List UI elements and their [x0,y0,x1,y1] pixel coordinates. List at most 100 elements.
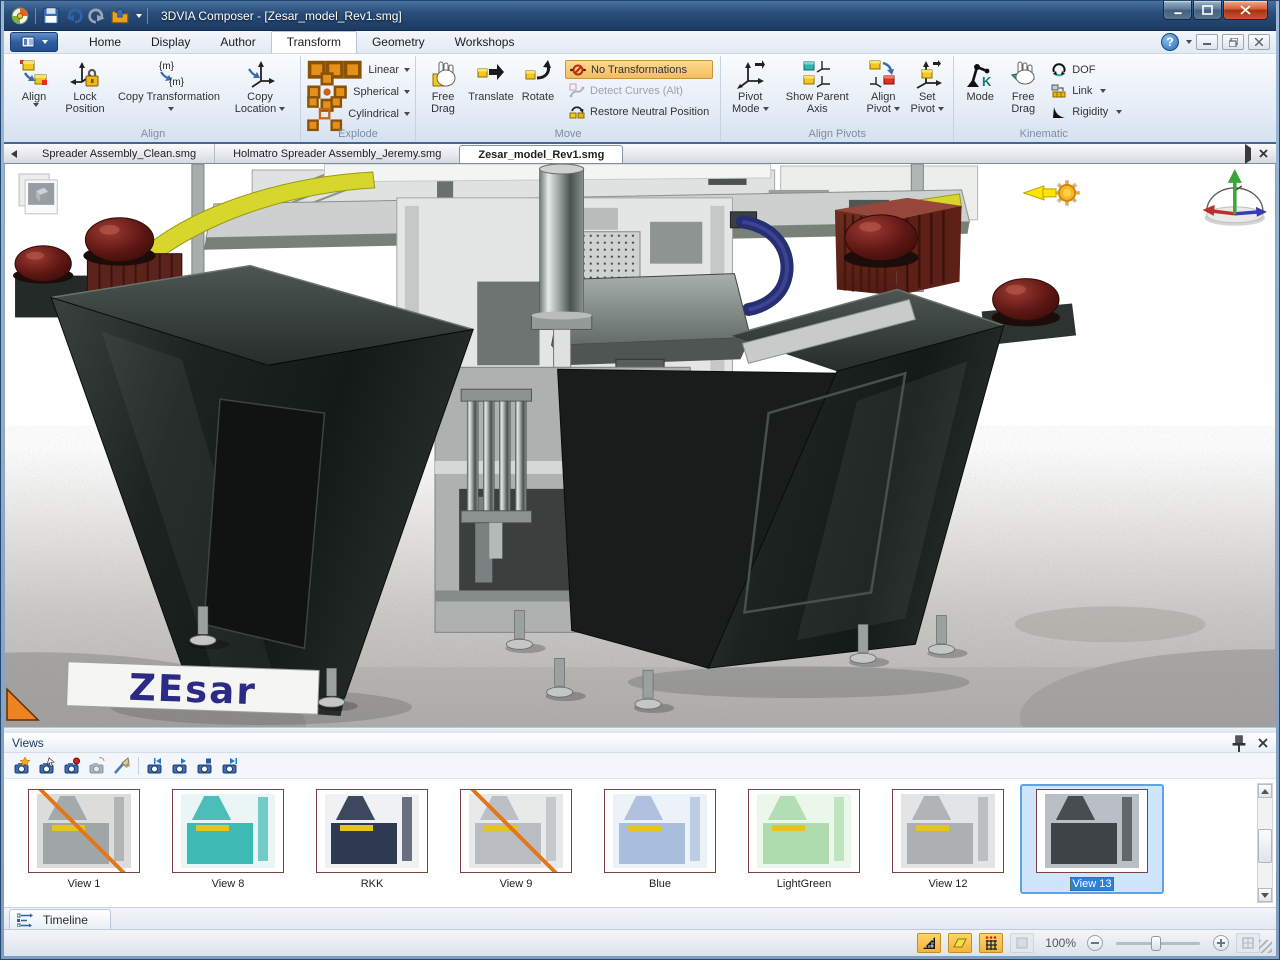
restore-neutral-position-button[interactable]: Restore Neutral Position [565,102,713,121]
view-thumbnail-label-editing[interactable]: View 13 [1070,878,1115,890]
view-thumbnail[interactable]: View 12 [876,784,1020,894]
child-close-button[interactable] [1248,34,1270,50]
tab-author[interactable]: Author [205,32,270,53]
measure-toggle-button[interactable] [917,933,941,953]
goto-first-view-button[interactable] [146,757,164,775]
doc-tab-spreader-clean[interactable]: Spreader Assembly_Clean.smg [24,144,214,163]
tab-geometry[interactable]: Geometry [357,32,440,53]
explode-cylindrical-button[interactable]: Cylindrical [306,104,410,124]
redo-button[interactable] [87,6,107,26]
view-thumbnail-label[interactable]: View 1 [68,878,101,890]
view-thumbnail[interactable]: View 9 [444,784,588,894]
view-thumbnail-image[interactable] [1036,789,1148,873]
tab-workshops[interactable]: Workshops [440,32,530,53]
copy-transformation-button[interactable]: {m} {m} Copy Transformation [113,56,225,116]
tab-home[interactable]: Home [74,32,136,53]
kinematic-mode-button[interactable]: K Mode [959,56,1001,103]
kinematic-free-drag-button[interactable]: Free Drag [1001,56,1045,116]
group-label-move: Move [421,128,715,142]
qat-dropdown-icon[interactable] [136,14,142,18]
views-scrollbar[interactable] [1257,783,1273,903]
scroll-up-button[interactable] [1258,784,1272,798]
set-pivot-button[interactable]: Set Pivot [906,56,948,116]
link-button[interactable]: Link [1047,81,1126,100]
3d-viewport[interactable]: ZEsar [4,164,1276,727]
undo-button[interactable] [64,6,84,26]
lock-position-button[interactable]: Lock Position [57,56,113,116]
doc-tab-holmatro-jeremy[interactable]: Holmatro Spreader Assembly_Jeremy.smg [214,144,459,163]
doc-tab-scroll-left-button[interactable] [4,144,24,163]
help-button[interactable]: ? [1161,33,1179,51]
view-thumbnail[interactable]: RKK [300,784,444,894]
show-parent-axis-button[interactable]: Show Parent Axis [774,56,860,116]
save-button[interactable] [41,6,61,26]
doc-tab-close-button[interactable] [1259,149,1268,158]
doc-tab-zesar-rev1[interactable]: Zesar_model_Rev1.smg [459,145,623,163]
snapshot-thumbnail-icon[interactable] [19,174,57,214]
view-thumbnail-label[interactable]: Blue [649,878,671,890]
align-pivot-button[interactable]: Align Pivot [860,56,906,116]
view-thumbnail-image[interactable] [460,789,572,873]
rotate-button[interactable]: Rotate [517,56,559,103]
update-all-views-button-disabled[interactable] [88,757,106,775]
scrollbar-thumb[interactable] [1258,829,1272,863]
view-thumbnail[interactable]: LightGreen [732,784,876,894]
close-button[interactable] [1223,1,1268,20]
timeline-tab[interactable]: Timeline [9,909,111,929]
paper-toggle-button-disabled[interactable] [1010,933,1034,953]
app-logo-icon[interactable] [10,6,30,26]
zoom-slider-thumb[interactable] [1151,936,1161,951]
view-thumbnail-image[interactable] [748,789,860,873]
no-transformations-button[interactable]: No Transformations [565,60,713,79]
move-free-drag-button[interactable]: Free Drag [421,56,465,116]
play-views-button[interactable] [171,757,189,775]
view-thumbnail[interactable]: Blue [588,784,732,894]
view-thumbnail[interactable]: View 1 [12,784,156,894]
pivot-mode-button[interactable]: Pivot Mode [726,56,774,116]
copy-location-button[interactable]: Copy Location [225,56,295,116]
view-thumbnail-image[interactable] [172,789,284,873]
tab-display[interactable]: Display [136,32,205,53]
create-view-button[interactable] [13,757,31,775]
view-thumbnail-image[interactable] [892,789,1004,873]
child-minimize-button[interactable] [1196,34,1218,50]
resize-grip[interactable] [1259,940,1272,953]
view-thumbnail-label[interactable]: LightGreen [777,878,831,890]
fit-view-button-disabled[interactable] [1236,933,1260,953]
dof-button[interactable]: DOF [1047,60,1126,79]
view-thumbnail-label[interactable]: View 12 [929,878,968,890]
application-menu-button[interactable] [10,32,58,52]
paint-views-button[interactable] [113,757,131,775]
views-close-icon[interactable] [1258,738,1268,748]
scroll-down-button[interactable] [1258,888,1272,902]
pin-icon[interactable] [1230,734,1248,752]
maximize-button[interactable] [1193,1,1222,20]
goto-next-view-button[interactable] [221,757,239,775]
publish-button[interactable] [110,6,130,26]
align-button[interactable]: Align [11,56,57,107]
zoom-out-button[interactable] [1087,935,1103,951]
zoom-in-button[interactable] [1213,935,1229,951]
stop-button[interactable] [196,757,214,775]
view-thumbnail-label[interactable]: View 8 [212,878,245,890]
view-thumbnail-label[interactable]: RKK [361,878,384,890]
view-thumbnail-image[interactable] [316,789,428,873]
view-thumbnail-selected[interactable]: View 13 [1020,784,1164,894]
help-caret-icon[interactable] [1186,40,1192,44]
ground-toggle-button[interactable] [948,933,972,953]
view-thumbnail-image[interactable] [28,789,140,873]
minimize-button[interactable] [1163,1,1192,20]
translate-button[interactable]: Translate [465,56,517,103]
update-view-button[interactable] [38,757,56,775]
rigidity-button[interactable]: Rigidity [1047,102,1126,121]
view-thumbnail[interactable]: View 8 [156,784,300,894]
detect-curves-button[interactable]: Detect Curves (Alt) [565,81,713,100]
view-thumbnail-label[interactable]: View 9 [500,878,533,890]
doc-tab-scroll-right-button[interactable] [1245,148,1251,160]
camera-record-button[interactable] [63,757,81,775]
view-thumbnail-image[interactable] [604,789,716,873]
grid-toggle-button[interactable] [979,933,1003,953]
tab-transform[interactable]: Transform [271,31,357,53]
child-restore-button[interactable] [1222,34,1244,50]
zoom-slider[interactable] [1116,942,1200,945]
